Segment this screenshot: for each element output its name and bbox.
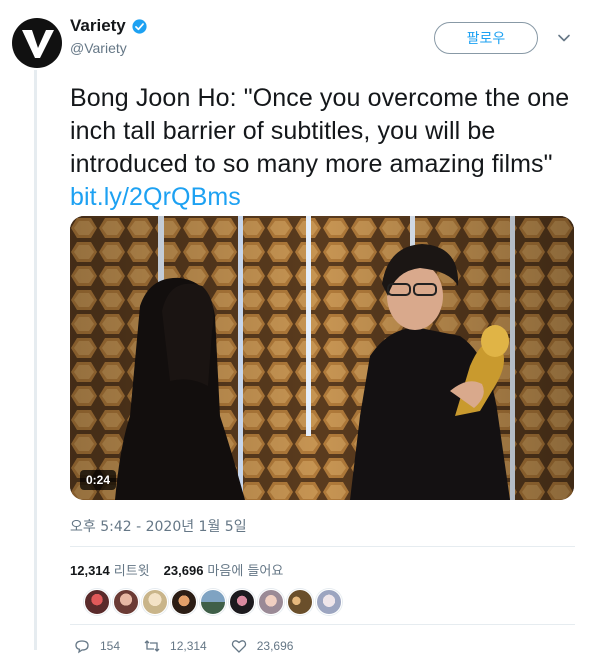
tweet-body: Bong Joon Ho: "Once you overcome the one… (70, 84, 570, 178)
video-thumbnail (70, 216, 574, 500)
tweet-stats: 12,314 리트윗 23,696 마음에 들어요 (70, 560, 283, 579)
thread-line (34, 70, 37, 650)
like-button[interactable]: 23,696 (231, 638, 294, 654)
tweet-timestamp[interactable]: 오후 5:42 - 2020년 1월 5일 (70, 516, 247, 536)
divider (70, 546, 575, 547)
heart-icon (231, 640, 246, 653)
liker-avatar[interactable] (113, 589, 139, 615)
like-count: 23,696 (163, 563, 204, 578)
liker-avatar[interactable] (142, 589, 168, 615)
chevron-down-icon[interactable] (556, 30, 572, 46)
tweet-actions: 154 12,314 23,696 (74, 638, 293, 654)
like-action-count: 23,696 (256, 639, 294, 653)
liker-avatar[interactable] (200, 589, 226, 615)
liker-avatar[interactable] (258, 589, 284, 615)
verified-badge-icon (132, 18, 147, 34)
like-stat[interactable]: 23,696 마음에 들어요 (164, 560, 284, 579)
liker-avatar[interactable] (171, 589, 197, 615)
likers-avatars (84, 589, 342, 615)
follow-button[interactable]: 팔로우 (434, 22, 538, 54)
video-player[interactable]: 0:24 (70, 216, 574, 500)
liker-avatar[interactable] (84, 589, 110, 615)
display-name: Variety (70, 16, 126, 35)
liker-avatar[interactable] (287, 589, 313, 615)
retweet-action-count: 12,314 (170, 639, 207, 653)
liker-avatar[interactable] (229, 589, 255, 615)
retweet-button[interactable]: 12,314 (144, 638, 207, 654)
retweet-stat[interactable]: 12,314 리트윗 (70, 560, 150, 579)
avatar[interactable] (12, 18, 62, 68)
retweet-count: 12,314 (70, 563, 110, 578)
retweet-label: 리트윗 (113, 564, 150, 579)
tweet-text: Bong Joon Ho: "Once you overcome the one… (70, 82, 575, 214)
variety-logo-icon (22, 30, 54, 58)
retweet-icon (144, 640, 160, 652)
tweet-link[interactable]: bit.ly/2QrQBms (70, 183, 241, 211)
reply-icon (75, 640, 89, 654)
like-label: 마음에 들어요 (207, 564, 284, 579)
video-duration: 0:24 (80, 470, 117, 490)
display-name-link[interactable]: Variety (70, 16, 148, 36)
liker-avatar[interactable] (316, 589, 342, 615)
reply-count: 154 (100, 639, 121, 653)
user-info: Variety @Variety (70, 16, 148, 56)
user-handle[interactable]: @Variety (70, 40, 148, 56)
divider (70, 624, 575, 625)
reply-button[interactable]: 154 (74, 638, 120, 654)
